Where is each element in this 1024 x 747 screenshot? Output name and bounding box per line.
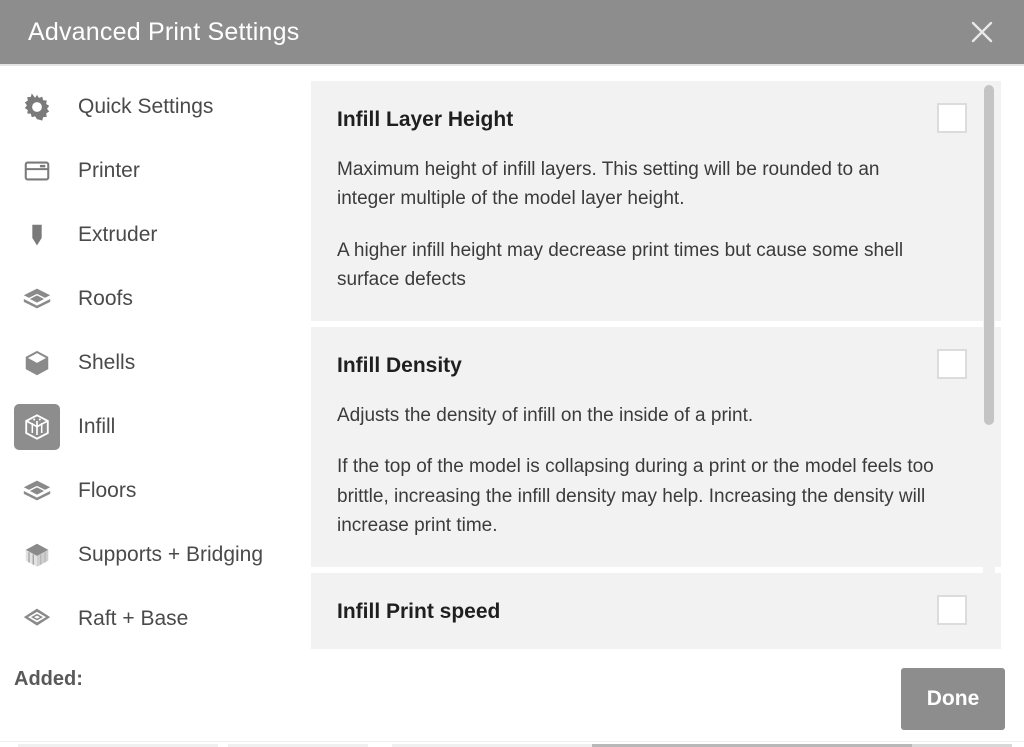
done-button[interactable]: Done	[901, 668, 1005, 730]
setting-item-infill-print-speed: Infill Print speed	[311, 573, 1001, 650]
sidebar-item-supports-bridging[interactable]: Supports + Bridging	[0, 532, 300, 578]
setting-title: Infill Density	[337, 353, 462, 378]
setting-description-paragraph: A higher infill height may decrease prin…	[337, 236, 937, 295]
setting-description-paragraph: If the top of the model is collapsing du…	[337, 452, 937, 540]
window-title: Advanced Print Settings	[28, 18, 299, 47]
sidebar-item-extruder[interactable]: Extruder	[0, 212, 300, 258]
setting-header: Infill Print speed	[337, 599, 967, 625]
setting-header: Infill Density	[337, 353, 967, 379]
setting-checkbox[interactable]	[937, 103, 967, 133]
sidebar-item-label: Quick Settings	[78, 95, 213, 119]
added-label: Added:	[14, 668, 83, 691]
dialog-footer: Added: Done	[0, 651, 1024, 747]
sidebar-item-floors[interactable]: Floors	[0, 468, 300, 514]
settings-list-panel: Infill Layer Height Maximum height of in…	[311, 81, 1001, 649]
advanced-print-settings-window: Advanced Print Settings Quick Settings	[0, 0, 1024, 747]
sidebar-item-label: Supports + Bridging	[78, 543, 263, 567]
sidebar-item-infill[interactable]: Infill	[0, 404, 300, 450]
extruder-icon	[14, 212, 60, 258]
sidebar-item-roofs[interactable]: Roofs	[0, 276, 300, 322]
sidebar-item-label: Infill	[78, 415, 115, 439]
infill-cube-icon	[14, 404, 60, 450]
scrollbar-thumb[interactable]	[984, 85, 994, 425]
sidebar-item-label: Shells	[78, 351, 135, 375]
setting-title: Infill Layer Height	[337, 107, 513, 132]
supports-cube-icon	[14, 532, 60, 578]
setting-checkbox[interactable]	[937, 595, 967, 625]
setting-header: Infill Layer Height	[337, 107, 967, 133]
sidebar-item-label: Roofs	[78, 287, 133, 311]
sidebar-item-label: Raft + Base	[78, 607, 188, 631]
sidebar-item-label: Printer	[78, 159, 140, 183]
setting-checkbox[interactable]	[937, 349, 967, 379]
shells-cube-icon	[14, 340, 60, 386]
sidebar-item-raft-base[interactable]: Raft + Base	[0, 596, 300, 642]
setting-description-paragraph: Maximum height of infill layers. This se…	[337, 155, 937, 214]
sidebar-item-quick-settings[interactable]: Quick Settings	[0, 84, 300, 130]
background-window-edge	[0, 741, 1024, 747]
raft-diamond-icon	[14, 596, 60, 642]
floors-layers-icon	[14, 468, 60, 514]
setting-item-infill-layer-height: Infill Layer Height Maximum height of in…	[311, 81, 1001, 327]
sidebar-item-label: Extruder	[78, 223, 157, 247]
gear-icon	[14, 84, 60, 130]
sidebar-item-printer[interactable]: Printer	[0, 148, 300, 194]
printer-icon	[14, 148, 60, 194]
title-bar: Advanced Print Settings	[0, 0, 1024, 64]
settings-sidebar: Quick Settings Printer Extruder	[0, 66, 300, 651]
setting-title: Infill Print speed	[337, 599, 500, 624]
sidebar-item-label: Floors	[78, 479, 136, 503]
setting-item-infill-density: Infill Density Adjusts the density of in…	[311, 327, 1001, 573]
setting-description-paragraph: Adjusts the density of infill on the ins…	[337, 401, 937, 430]
sidebar-item-shells[interactable]: Shells	[0, 340, 300, 386]
roofs-layers-icon	[14, 276, 60, 322]
close-icon[interactable]	[962, 12, 1002, 52]
